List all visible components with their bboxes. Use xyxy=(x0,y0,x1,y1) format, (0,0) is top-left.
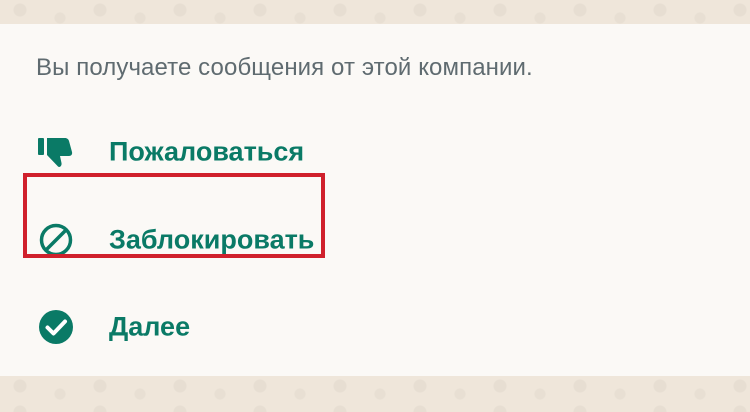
chat-wallpaper-top xyxy=(0,0,750,24)
info-text: Вы получаете сообщения от этой компании. xyxy=(36,54,533,81)
report-label: Пожаловаться xyxy=(109,136,305,167)
check-circle-icon xyxy=(36,307,76,347)
highlight-frame xyxy=(23,173,325,258)
thumbs-down-icon xyxy=(36,132,76,172)
next-label: Далее xyxy=(109,311,191,342)
business-options-panel: Вы получаете сообщения от этой компании.… xyxy=(0,24,750,376)
next-option[interactable]: Далее xyxy=(0,295,750,359)
chat-wallpaper-bottom xyxy=(0,376,750,412)
